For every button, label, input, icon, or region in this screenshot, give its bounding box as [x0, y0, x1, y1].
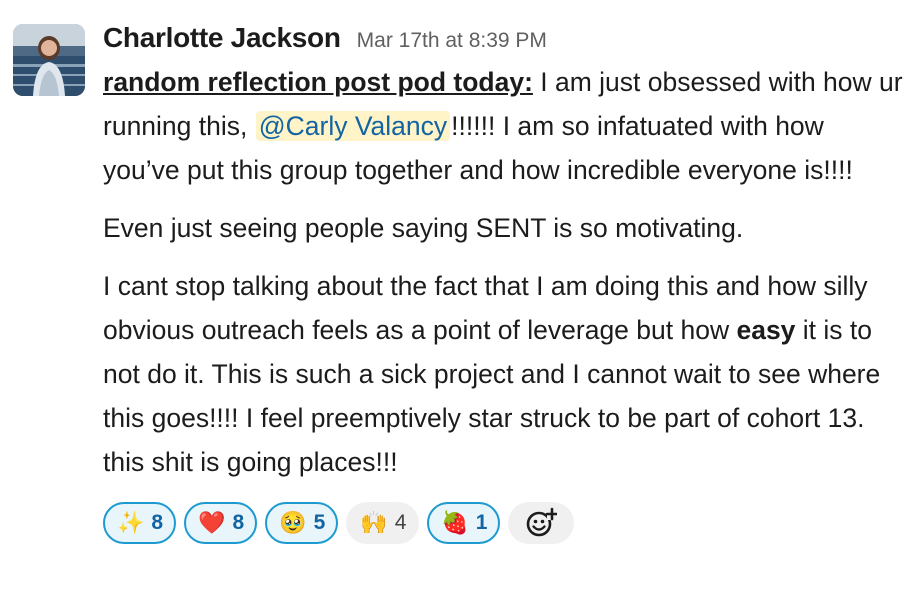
reaction-heart[interactable]: ❤️ 8 [184, 502, 258, 544]
author-name[interactable]: Charlotte Jackson [103, 22, 341, 54]
reactions-bar: ✨ 8 ❤️ 8 🥹 5 🙌 4 🍓 1 [103, 502, 903, 544]
message-content: Charlotte Jackson Mar 17th at 8:39 PM ra… [103, 22, 903, 544]
reaction-count: 8 [232, 511, 245, 534]
message-paragraph-1: random reflection post pod today: I am j… [103, 60, 903, 192]
reaction-count: 8 [151, 511, 164, 534]
heart-icon: ❤️ [198, 510, 226, 535]
message-header: Charlotte Jackson Mar 17th at 8:39 PM [103, 22, 903, 60]
sparkles-icon: ✨ [117, 510, 145, 535]
message-paragraph-2: Even just seeing people saying SENT is s… [103, 213, 744, 243]
strawberry-icon: 🍓 [441, 510, 469, 535]
reaction-sparkles[interactable]: ✨ 8 [103, 502, 177, 544]
holding-back-tears-icon: 🥹 [279, 510, 307, 535]
reaction-raised-hands[interactable]: 🙌 4 [346, 502, 420, 544]
message-paragraph-3: I cant stop talking about the fact that … [103, 264, 903, 484]
add-reaction-button[interactable] [508, 502, 575, 544]
reaction-holding-back-tears[interactable]: 🥹 5 [265, 502, 339, 544]
raised-hands-icon: 🙌 [360, 510, 388, 535]
avatar[interactable] [13, 24, 85, 96]
avatar-image [13, 24, 85, 96]
user-mention[interactable]: @Carly Valancy [255, 111, 451, 141]
timestamp[interactable]: Mar 17th at 8:39 PM [357, 29, 547, 53]
message: Charlotte Jackson Mar 17th at 8:39 PM ra… [0, 0, 914, 608]
bold-text: easy [736, 315, 796, 345]
reaction-count: 4 [394, 511, 407, 534]
reaction-count: 1 [475, 511, 488, 534]
reaction-count: 5 [313, 511, 326, 534]
reaction-strawberry[interactable]: 🍓 1 [427, 502, 501, 544]
lead-label: random reflection post pod today: [103, 67, 533, 97]
add-reaction-icon [527, 507, 558, 537]
